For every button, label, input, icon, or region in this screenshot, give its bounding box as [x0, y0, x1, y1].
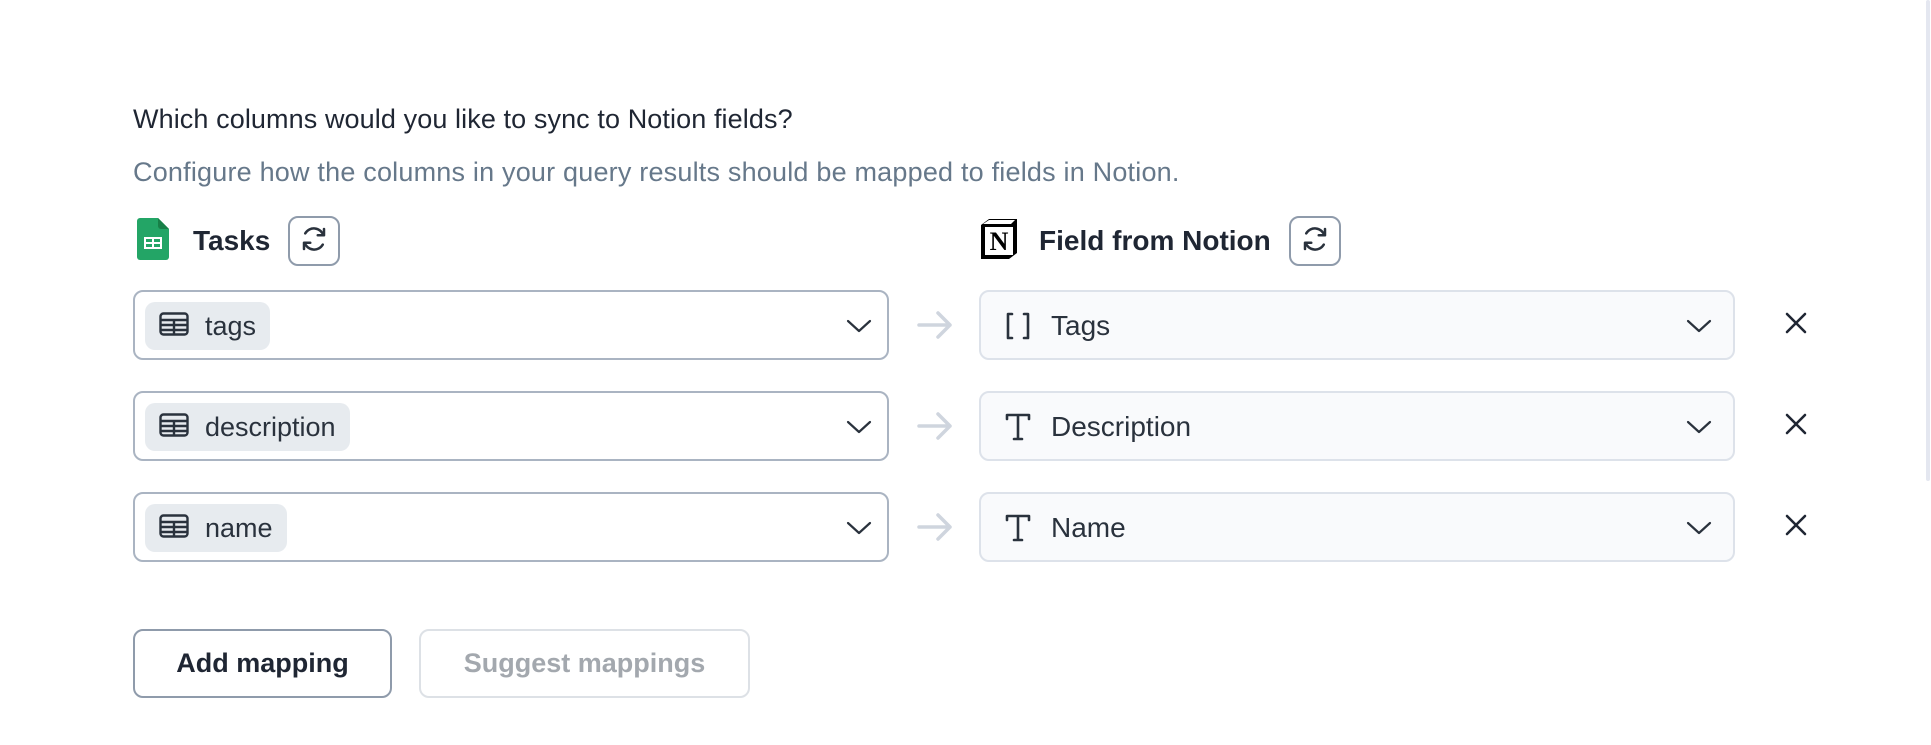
- notion-field-mapping-page: Which columns would you like to sync to …: [0, 0, 1931, 745]
- source-column-name: name: [205, 512, 273, 543]
- arrow-right-icon: [916, 310, 954, 340]
- notion-logo-icon: N: [977, 217, 1021, 266]
- google-sheets-icon: [137, 217, 169, 265]
- source-column-chip: description: [145, 403, 350, 451]
- table-icon: [159, 412, 189, 442]
- source-title: Tasks: [193, 225, 271, 256]
- target-column-header: N Field from Notion: [977, 216, 1341, 266]
- source-column-select[interactable]: name: [133, 492, 889, 562]
- text-type-icon: [1003, 512, 1033, 544]
- close-icon: [1784, 513, 1808, 542]
- remove-mapping-button[interactable]: [1780, 309, 1812, 341]
- add-mapping-button[interactable]: Add mapping: [133, 629, 392, 698]
- source-column-name: tags: [205, 310, 257, 341]
- arrow-right-icon: [916, 411, 954, 441]
- array-brackets-icon: [1003, 310, 1033, 342]
- page-description: Configure how the columns in your query …: [133, 157, 1180, 187]
- close-icon: [1784, 412, 1808, 441]
- target-field-select[interactable]: Description: [979, 391, 1735, 461]
- target-field-name: Name: [1051, 512, 1126, 543]
- mapping-row: description Description: [133, 391, 1833, 461]
- close-icon: [1784, 311, 1808, 340]
- text-type-icon: [1003, 411, 1033, 443]
- refresh-icon: [299, 224, 329, 259]
- refresh-target-button[interactable]: [1288, 216, 1341, 266]
- mapping-row: name Name: [133, 492, 1833, 562]
- chevron-down-icon: [1685, 516, 1713, 540]
- source-column-select[interactable]: description: [133, 391, 889, 461]
- mapping-row: tags Tags: [133, 290, 1833, 360]
- target-field-select[interactable]: Name: [979, 492, 1735, 562]
- source-column-select[interactable]: tags: [133, 290, 889, 360]
- svg-text:N: N: [990, 227, 1009, 256]
- refresh-icon: [1300, 224, 1330, 259]
- source-column-chip: tags: [145, 302, 271, 350]
- suggest-mappings-button[interactable]: Suggest mappings: [419, 629, 750, 698]
- arrow-right-icon: [916, 512, 954, 542]
- remove-mapping-button[interactable]: [1780, 511, 1812, 543]
- page-title: Which columns would you like to sync to …: [133, 104, 793, 134]
- target-field-name: Tags: [1051, 310, 1111, 341]
- chevron-down-icon: [845, 415, 873, 439]
- chevron-down-icon: [1685, 415, 1713, 439]
- chevron-down-icon: [845, 516, 873, 540]
- target-field-select[interactable]: Tags: [979, 290, 1735, 360]
- target-field-name: Description: [1051, 411, 1192, 442]
- chevron-down-icon: [845, 314, 873, 338]
- refresh-source-button[interactable]: [288, 216, 341, 266]
- vertical-scrollbar[interactable]: [1926, 0, 1930, 481]
- remove-mapping-button[interactable]: [1780, 410, 1812, 442]
- source-column-name: description: [205, 411, 336, 442]
- source-column-chip: name: [145, 504, 287, 552]
- table-icon: [159, 513, 189, 543]
- table-icon: [159, 311, 189, 341]
- source-column-header: Tasks: [137, 216, 341, 266]
- chevron-down-icon: [1685, 314, 1713, 338]
- target-title: Field from Notion: [1039, 225, 1271, 256]
